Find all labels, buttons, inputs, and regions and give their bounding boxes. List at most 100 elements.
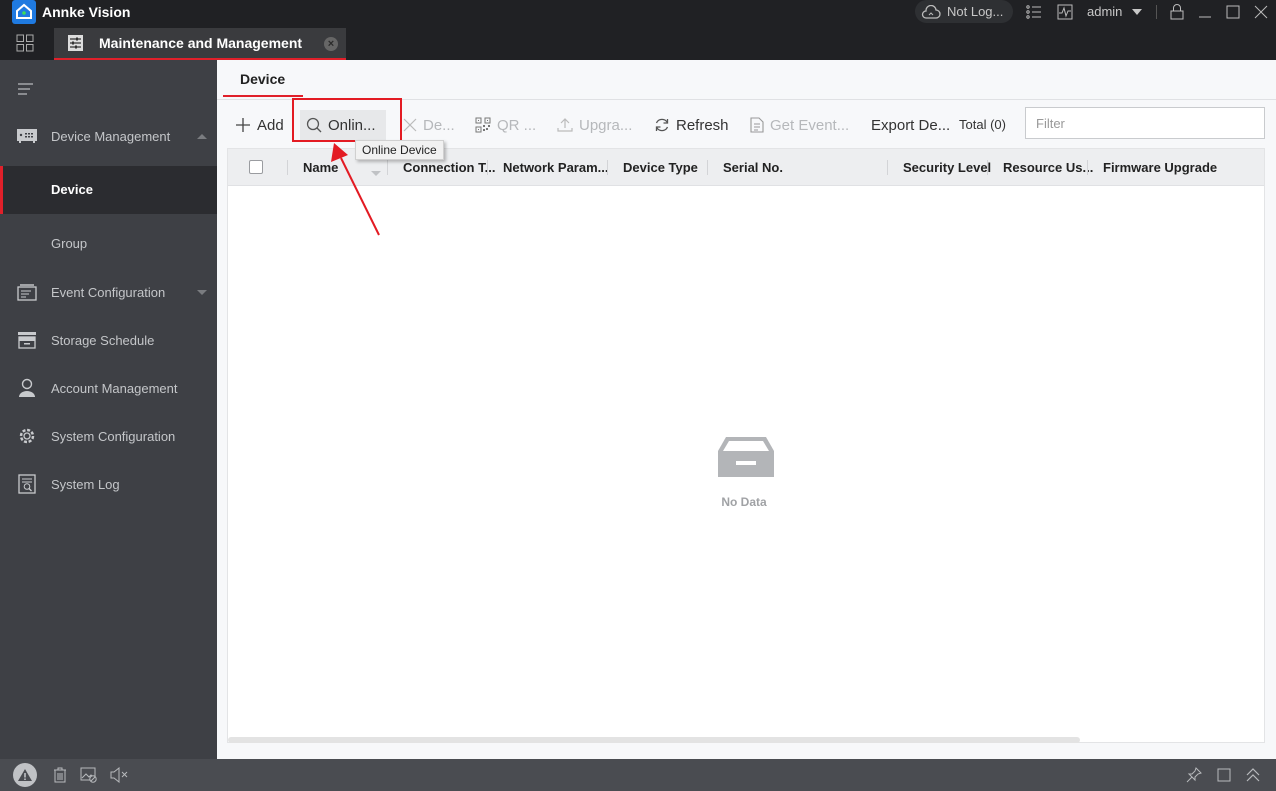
empty-state-text: No Data — [721, 495, 767, 509]
task-list-icon[interactable] — [1025, 3, 1043, 21]
app-title: Annke Vision — [42, 4, 131, 20]
tooltip-online-device: Online Device — [355, 140, 444, 160]
event-icon — [16, 281, 38, 303]
cloud-status-text: Not Log... — [947, 4, 1004, 19]
cloud-login-status[interactable]: Not Log... — [915, 0, 1013, 23]
column-divider — [987, 160, 988, 175]
app-logo-icon — [12, 0, 36, 24]
sidebar-item-label: Device — [51, 182, 93, 197]
export-label: Export De... — [871, 116, 951, 134]
settings-sliders-icon — [68, 35, 83, 51]
double-chevron-up-icon[interactable] — [1242, 764, 1264, 786]
sidebar-item-label: Group — [51, 236, 88, 251]
tab-close-icon[interactable]: × — [324, 37, 338, 51]
upload-icon — [557, 118, 573, 132]
module-tab-bar: Maintenance and Management × — [0, 24, 1276, 60]
qr-code-icon — [475, 117, 491, 133]
close-icon[interactable] — [1252, 3, 1270, 21]
export-button[interactable]: Export De... — [865, 110, 956, 140]
column-divider — [887, 160, 888, 175]
column-divider — [487, 160, 488, 175]
column-header-resource-usage[interactable]: Resource Us... — [1003, 160, 1093, 175]
sidebar-item-label: System Log — [51, 476, 120, 492]
gear-icon — [16, 425, 38, 447]
mute-icon[interactable] — [108, 764, 130, 786]
alarm-warning-icon[interactable] — [13, 763, 37, 787]
device-management-icon — [16, 125, 38, 147]
column-divider — [387, 160, 388, 175]
column-header-network-parameters[interactable]: Network Param... — [503, 160, 609, 175]
menu-collapse-icon[interactable] — [18, 82, 34, 100]
sidebar: Device Management Device Group Event Con… — [0, 60, 217, 759]
document-icon — [750, 117, 764, 133]
upgrade-label: Upgra... — [579, 116, 633, 134]
plus-icon — [236, 118, 250, 132]
module-grid-icon[interactable] — [16, 34, 34, 57]
empty-tray-icon — [718, 437, 774, 477]
sidebar-item-label: Device Management — [51, 128, 171, 144]
delete-label: De... — [423, 116, 455, 134]
column-header-firmware-upgrade[interactable]: Firmware Upgrade — [1103, 160, 1217, 175]
title-bar: Annke Vision Not Log... admin — [0, 0, 1276, 24]
monitor-icon[interactable] — [1056, 3, 1074, 21]
refresh-label: Refresh — [676, 116, 729, 134]
divider — [1156, 5, 1157, 19]
minimize-icon[interactable] — [1196, 3, 1214, 21]
delete-x-icon — [403, 118, 417, 132]
cloud-icon — [921, 4, 941, 19]
sidebar-item-event-configuration[interactable]: Event Configuration — [0, 268, 217, 316]
sidebar-item-account-management[interactable]: Account Management — [0, 364, 217, 412]
sidebar-item-group[interactable]: Group — [0, 220, 217, 268]
page-tab-row: Device — [217, 60, 1276, 100]
column-header-name[interactable]: Name — [303, 160, 338, 175]
sidebar-item-device-management[interactable]: Device Management — [0, 112, 217, 160]
user-icon — [16, 377, 38, 399]
column-header-serial-no[interactable]: Serial No. — [723, 160, 783, 175]
maximize-icon[interactable] — [1224, 3, 1242, 21]
log-icon — [16, 473, 38, 495]
status-bar — [0, 759, 1276, 791]
user-menu-caret-icon[interactable] — [1132, 9, 1142, 15]
upgrade-button[interactable]: Upgra... — [551, 110, 638, 140]
add-label: Add — [257, 116, 284, 134]
total-count: Total (0) — [959, 117, 1006, 132]
horizontal-scrollbar[interactable] — [228, 737, 1080, 743]
main-tab-label: Maintenance and Management — [99, 35, 303, 51]
column-divider — [1087, 160, 1088, 175]
column-header-security-level[interactable]: Security Level — [903, 160, 991, 175]
tab-device[interactable]: Device — [223, 60, 303, 97]
sidebar-item-label: Storage Schedule — [51, 332, 155, 348]
pin-icon[interactable] — [1183, 764, 1205, 786]
sort-icon[interactable] — [371, 171, 381, 176]
sidebar-item-system-configuration[interactable]: System Configuration — [0, 412, 217, 460]
tab-maintenance-management[interactable]: Maintenance and Management × — [54, 28, 346, 60]
column-header-connection-type[interactable]: Connection T... — [403, 160, 495, 175]
sidebar-item-device[interactable]: Device — [0, 166, 217, 214]
get-event-label: Get Event... — [770, 116, 850, 134]
window-mode-icon[interactable] — [1213, 764, 1235, 786]
device-table: Name Connection T... Network Param... De… — [227, 148, 1265, 743]
user-menu[interactable]: admin — [1087, 4, 1122, 19]
image-disabled-icon[interactable] — [78, 764, 100, 786]
filter-input[interactable] — [1025, 107, 1265, 139]
select-all-checkbox[interactable] — [249, 160, 263, 174]
column-header-device-type[interactable]: Device Type — [623, 160, 698, 175]
chevron-up-icon — [197, 133, 207, 139]
refresh-icon — [655, 118, 669, 132]
delete-button[interactable]: De... — [397, 110, 461, 140]
annotation-highlight-box — [292, 98, 402, 142]
add-button[interactable]: Add — [229, 110, 290, 140]
get-event-button[interactable]: Get Event... — [744, 110, 855, 140]
refresh-button[interactable]: Refresh — [648, 110, 735, 140]
sidebar-item-storage-schedule[interactable]: Storage Schedule — [0, 316, 217, 364]
sidebar-item-label: System Configuration — [51, 428, 176, 444]
lock-icon[interactable] — [1168, 3, 1186, 21]
chevron-down-icon — [197, 289, 207, 295]
qr-code-button[interactable]: QR ... — [469, 110, 542, 140]
column-divider — [607, 160, 608, 175]
qr-code-label: QR ... — [497, 116, 537, 134]
trash-icon[interactable] — [49, 764, 71, 786]
main-content: Device Add Onlin... De... QR ... Upgra..… — [217, 60, 1276, 759]
column-divider — [707, 160, 708, 175]
sidebar-item-system-log[interactable]: System Log — [0, 460, 217, 508]
